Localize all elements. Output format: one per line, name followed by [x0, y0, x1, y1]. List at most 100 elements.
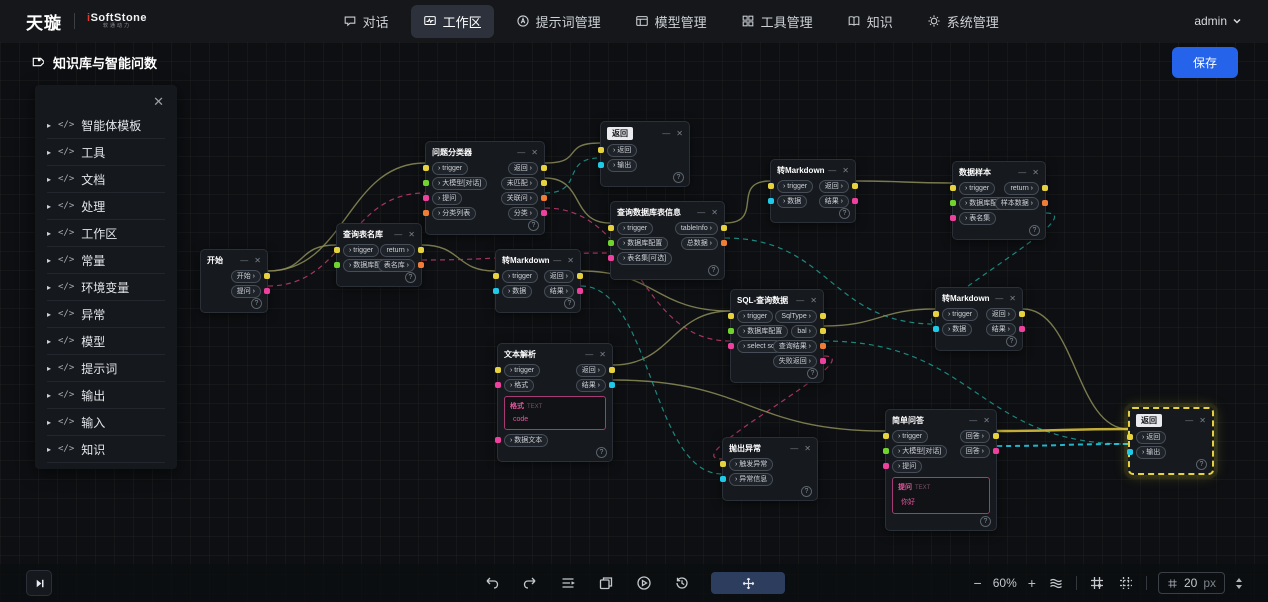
- input-port[interactable]: [423, 180, 429, 186]
- palette-item-2[interactable]: ▸</>工具: [47, 139, 165, 166]
- history-icon[interactable]: [673, 574, 691, 592]
- palette-item-10[interactable]: ▸</>提示词: [47, 355, 165, 382]
- grid-snap-icon[interactable]: [1088, 574, 1106, 592]
- output-port[interactable]: [609, 382, 615, 388]
- output-port[interactable]: [820, 313, 826, 319]
- input-port[interactable]: [720, 461, 726, 467]
- input-port[interactable]: [1127, 449, 1133, 455]
- help-icon[interactable]: ?: [1006, 336, 1017, 347]
- node-collapse-icon[interactable]: —: [517, 149, 525, 157]
- undo-icon[interactable]: [483, 574, 501, 592]
- palette-item-3[interactable]: ▸</>文档: [47, 166, 165, 193]
- output-port[interactable]: [418, 247, 424, 253]
- nav-item-3[interactable]: 提示词管理: [504, 5, 613, 38]
- node-close-icon[interactable]: ✕: [599, 351, 606, 359]
- input-port[interactable]: [1127, 434, 1133, 440]
- node-close-icon[interactable]: ✕: [408, 231, 415, 239]
- node-close-icon[interactable]: ✕: [254, 257, 261, 265]
- palette-item-5[interactable]: ▸</>工作区: [47, 220, 165, 247]
- help-icon[interactable]: ?: [673, 172, 684, 183]
- nav-item-6[interactable]: 知识: [835, 5, 905, 38]
- grid-dots-icon[interactable]: [1117, 574, 1135, 592]
- palette-item-1[interactable]: ▸</>智能体模板: [47, 112, 165, 139]
- output-port[interactable]: [852, 198, 858, 204]
- step-up-icon[interactable]: [1236, 578, 1242, 582]
- input-port[interactable]: [334, 262, 340, 268]
- input-port[interactable]: [883, 433, 889, 439]
- node-collapse-icon[interactable]: —: [697, 209, 705, 217]
- input-port[interactable]: [950, 215, 956, 221]
- input-port[interactable]: [883, 448, 889, 454]
- help-icon[interactable]: ?: [839, 208, 850, 219]
- pan-tool-button[interactable]: [711, 572, 785, 594]
- output-port[interactable]: [820, 328, 826, 334]
- palette-item-4[interactable]: ▸</>处理: [47, 193, 165, 220]
- output-port[interactable]: [993, 433, 999, 439]
- align-list-icon[interactable]: [559, 574, 577, 592]
- flow-node-sql-query[interactable]: SQL-查询数据—✕› triggerSqlType ›› 数据库配置bal ›…: [730, 289, 824, 383]
- help-icon[interactable]: ?: [528, 220, 539, 231]
- node-close-icon[interactable]: ✕: [676, 130, 683, 138]
- output-port[interactable]: [418, 262, 424, 268]
- help-icon[interactable]: ?: [801, 486, 812, 497]
- nav-item-5[interactable]: 工具管理: [729, 5, 825, 38]
- input-port[interactable]: [423, 210, 429, 216]
- step-down-icon[interactable]: [1236, 585, 1242, 589]
- help-icon[interactable]: ?: [564, 298, 575, 309]
- input-port[interactable]: [495, 437, 501, 443]
- palette-item-12[interactable]: ▸</>输入: [47, 409, 165, 436]
- palette-item-8[interactable]: ▸</>异常: [47, 301, 165, 328]
- output-port[interactable]: [541, 165, 547, 171]
- palette-item-9[interactable]: ▸</>模型: [47, 328, 165, 355]
- node-collapse-icon[interactable]: —: [1018, 169, 1026, 177]
- node-collapse-icon[interactable]: —: [828, 167, 836, 175]
- palette-close-icon[interactable]: ✕: [35, 89, 177, 112]
- node-close-icon[interactable]: ✕: [983, 417, 990, 425]
- output-port[interactable]: [541, 195, 547, 201]
- input-port[interactable]: [728, 313, 734, 319]
- nav-item-4[interactable]: 模型管理: [623, 5, 719, 38]
- output-port[interactable]: [820, 358, 826, 364]
- save-button[interactable]: 保存: [1172, 47, 1238, 78]
- input-port[interactable]: [728, 328, 734, 334]
- help-icon[interactable]: ?: [980, 516, 991, 527]
- input-port[interactable]: [768, 183, 774, 189]
- input-port[interactable]: [608, 240, 614, 246]
- node-close-icon[interactable]: ✕: [711, 209, 718, 217]
- play-icon[interactable]: [635, 574, 653, 592]
- input-port[interactable]: [495, 367, 501, 373]
- node-close-icon[interactable]: ✕: [1199, 417, 1206, 425]
- nav-item-1[interactable]: 对话: [331, 5, 401, 38]
- input-port[interactable]: [608, 255, 614, 261]
- flow-node-return-top[interactable]: 返回—✕› 返回› 输出?: [600, 121, 690, 187]
- input-port[interactable]: [933, 326, 939, 332]
- output-port[interactable]: [1019, 326, 1025, 332]
- palette-item-13[interactable]: ▸</>知识: [47, 436, 165, 463]
- node-collapse-icon[interactable]: —: [796, 297, 804, 305]
- help-icon[interactable]: ?: [708, 265, 719, 276]
- zoom-out-button[interactable]: −: [974, 575, 982, 591]
- flow-node-return-selected[interactable]: 返回—✕› 返回› 输出?: [1128, 407, 1214, 475]
- input-port[interactable]: [883, 463, 889, 469]
- node-collapse-icon[interactable]: —: [240, 257, 248, 265]
- input-port[interactable]: [598, 162, 604, 168]
- node-collapse-icon[interactable]: —: [969, 417, 977, 425]
- node-collapse-icon[interactable]: —: [662, 130, 670, 138]
- input-port[interactable]: [768, 198, 774, 204]
- grid-size-input[interactable]: 20 px: [1158, 572, 1225, 594]
- input-port[interactable]: [950, 200, 956, 206]
- input-port[interactable]: [493, 288, 499, 294]
- redo-icon[interactable]: [521, 574, 539, 592]
- input-port[interactable]: [933, 311, 939, 317]
- input-port[interactable]: [598, 147, 604, 153]
- input-port[interactable]: [728, 343, 734, 349]
- user-menu[interactable]: admin: [1194, 14, 1242, 28]
- flow-node-text-parse[interactable]: 文本解析—✕› trigger返回 ›› 格式结果 ›格式TEXTcode› 数…: [497, 343, 613, 462]
- help-icon[interactable]: ?: [1196, 459, 1207, 470]
- output-port[interactable]: [609, 367, 615, 373]
- node-collapse-icon[interactable]: —: [394, 231, 402, 239]
- node-close-icon[interactable]: ✕: [567, 257, 574, 265]
- node-collapse-icon[interactable]: —: [790, 445, 798, 453]
- stack-icon[interactable]: [1047, 574, 1065, 592]
- workflow-canvas[interactable]: ✕ ▸</>智能体模板▸</>工具▸</>文档▸</>处理▸</>工作区 ▸</>…: [0, 42, 1268, 602]
